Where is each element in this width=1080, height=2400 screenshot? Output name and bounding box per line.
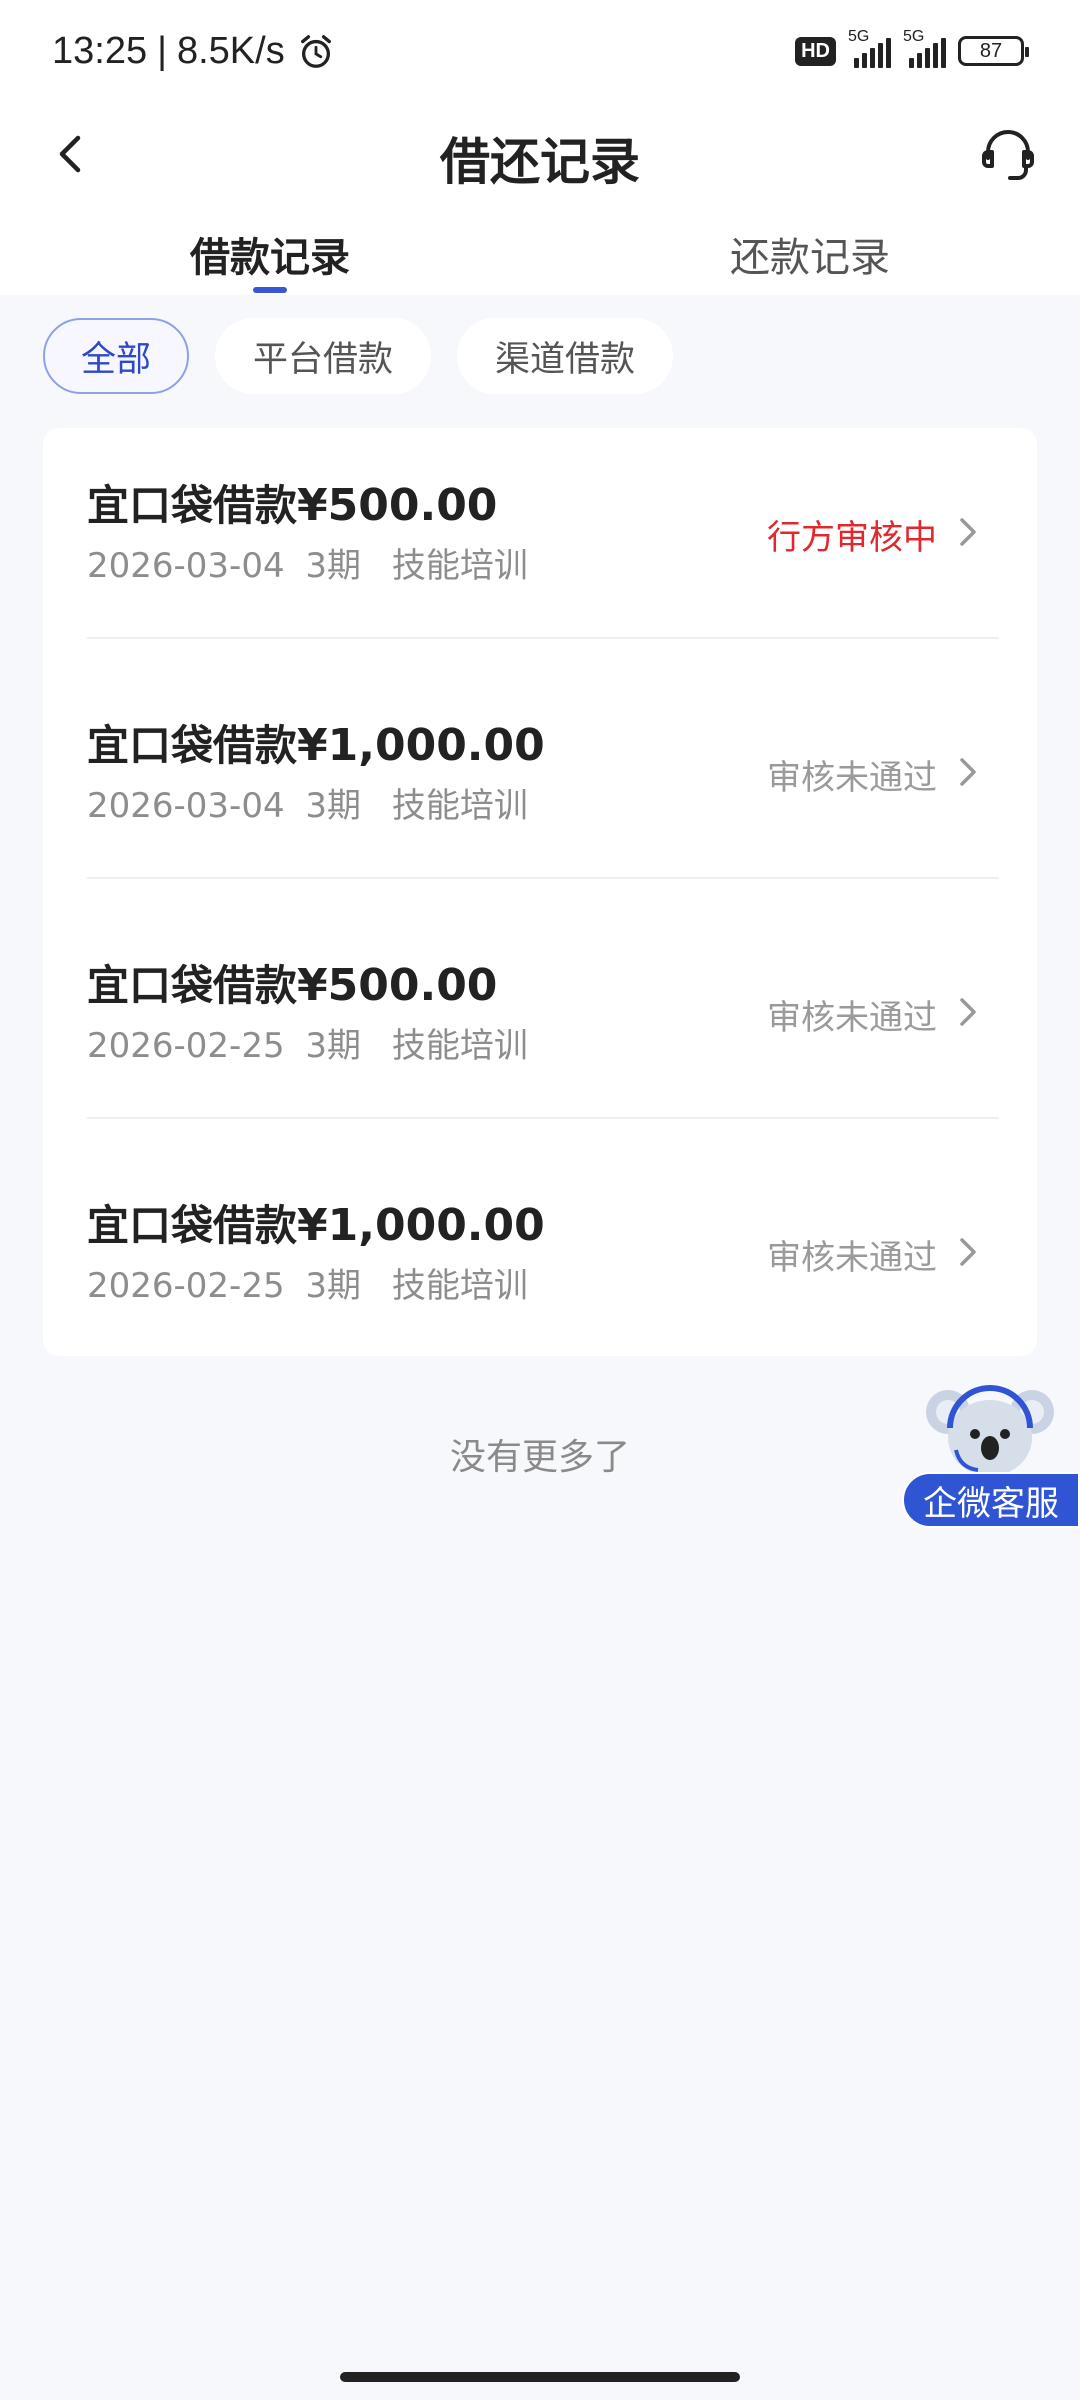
home-indicator[interactable] <box>340 2372 740 2382</box>
chevron-right-icon <box>960 758 976 786</box>
alarm-icon <box>300 34 331 68</box>
filter-channel-loan[interactable]: 渠道借款 <box>457 318 674 394</box>
divider <box>87 877 999 879</box>
records-card: 宜口袋借款¥500.00 2026-03-04 3期 技能培训 行方审核中 宜口… <box>43 428 1037 1356</box>
float-service-label: 企微客服 <box>902 1472 1080 1528</box>
record-status: 行方审核中 <box>767 518 937 558</box>
record-date: 2026-03-04 <box>87 546 285 586</box>
record-purpose: 技能培训 <box>391 1026 528 1066</box>
status-net-speed: 8.5K/s <box>176 30 285 72</box>
status-left: 13:25 | 8.5K/s <box>52 30 335 73</box>
tab-borrow-records[interactable]: 借款记录 <box>120 225 420 283</box>
status-right: HD 5G 5G 87 <box>795 28 1029 68</box>
record-status: 审核未通过 <box>767 758 937 798</box>
record-amount: ¥500.00 <box>297 480 498 531</box>
record-title: 宜口袋借款¥1,000.00 <box>87 1192 545 1253</box>
record-periods: 3期 <box>305 1026 362 1066</box>
record-meta: 2026-03-04 3期 技能培训 <box>87 538 528 587</box>
record-title: 宜口袋借款¥500.00 <box>87 952 497 1013</box>
chevron-right-icon <box>960 998 976 1026</box>
status-separator: | <box>157 30 167 72</box>
record-amount: ¥1,000.00 <box>297 720 545 771</box>
divider <box>87 637 999 639</box>
chevron-right-icon <box>960 1238 976 1266</box>
record-amount: ¥1,000.00 <box>297 1200 545 1251</box>
record-product: 宜口袋借款 <box>87 961 298 1010</box>
status-time: 13:25 <box>52 30 148 72</box>
network-type-1: 5G <box>848 28 870 45</box>
signal-icon-2: 5G <box>903 28 946 68</box>
chevron-right-icon <box>960 518 976 546</box>
record-item[interactable]: 宜口袋借款¥500.00 2026-02-25 3期 技能培训 审核未通过 <box>43 908 1037 1148</box>
filter-all[interactable]: 全部 <box>43 318 190 394</box>
record-product: 宜口袋借款 <box>87 481 298 530</box>
record-product: 宜口袋借款 <box>87 1201 298 1250</box>
record-date: 2026-03-04 <box>87 786 285 826</box>
record-status: 审核未通过 <box>767 1238 937 1278</box>
koala-mascot-icon <box>926 1385 1054 1476</box>
record-title: 宜口袋借款¥500.00 <box>87 472 497 533</box>
record-periods: 3期 <box>305 1266 362 1306</box>
float-service-button[interactable]: 企微客服 <box>900 1380 1080 1530</box>
record-date: 2026-02-25 <box>87 1026 285 1066</box>
tabs: 借款记录 还款记录 <box>0 215 1080 295</box>
record-item[interactable]: 宜口袋借款¥500.00 2026-03-04 3期 技能培训 行方审核中 <box>43 428 1037 668</box>
page-title: 借还记录 <box>440 133 640 191</box>
divider <box>87 1117 999 1119</box>
record-item[interactable]: 宜口袋借款¥1,000.00 2026-02-25 3期 技能培训 审核未通过 <box>43 1148 1037 1388</box>
record-periods: 3期 <box>305 546 362 586</box>
battery-level: 87 <box>979 39 1003 62</box>
filter-platform-loan[interactable]: 平台借款 <box>215 318 432 394</box>
record-product: 宜口袋借款 <box>87 721 298 770</box>
tab-repay-records[interactable]: 还款记录 <box>660 225 960 283</box>
record-purpose: 技能培训 <box>391 1266 528 1306</box>
network-type-2: 5G <box>903 28 925 45</box>
record-meta: 2026-03-04 3期 技能培训 <box>87 778 528 827</box>
headset-icon[interactable] <box>976 122 1040 186</box>
signal-icon-1: 5G <box>848 28 891 68</box>
tab-indicator <box>253 287 287 293</box>
record-date: 2026-02-25 <box>87 1266 285 1306</box>
record-meta: 2026-02-25 3期 技能培训 <box>87 1258 528 1307</box>
battery-icon: 87 <box>958 36 1029 66</box>
record-status: 审核未通过 <box>767 998 937 1038</box>
header: 借还记录 <box>0 108 1080 200</box>
filter-chips: 全部 平台借款 渠道借款 <box>43 318 674 394</box>
record-purpose: 技能培训 <box>391 546 528 586</box>
record-amount: ¥500.00 <box>297 960 498 1011</box>
hd-badge: HD <box>795 36 836 66</box>
status-bar: 13:25 | 8.5K/s HD 5G 5G 87 <box>0 0 1080 108</box>
record-meta: 2026-02-25 3期 技能培训 <box>87 1018 528 1067</box>
record-title: 宜口袋借款¥1,000.00 <box>87 712 545 773</box>
record-item[interactable]: 宜口袋借款¥1,000.00 2026-03-04 3期 技能培训 审核未通过 <box>43 668 1037 908</box>
record-periods: 3期 <box>305 786 362 826</box>
record-purpose: 技能培训 <box>391 786 528 826</box>
